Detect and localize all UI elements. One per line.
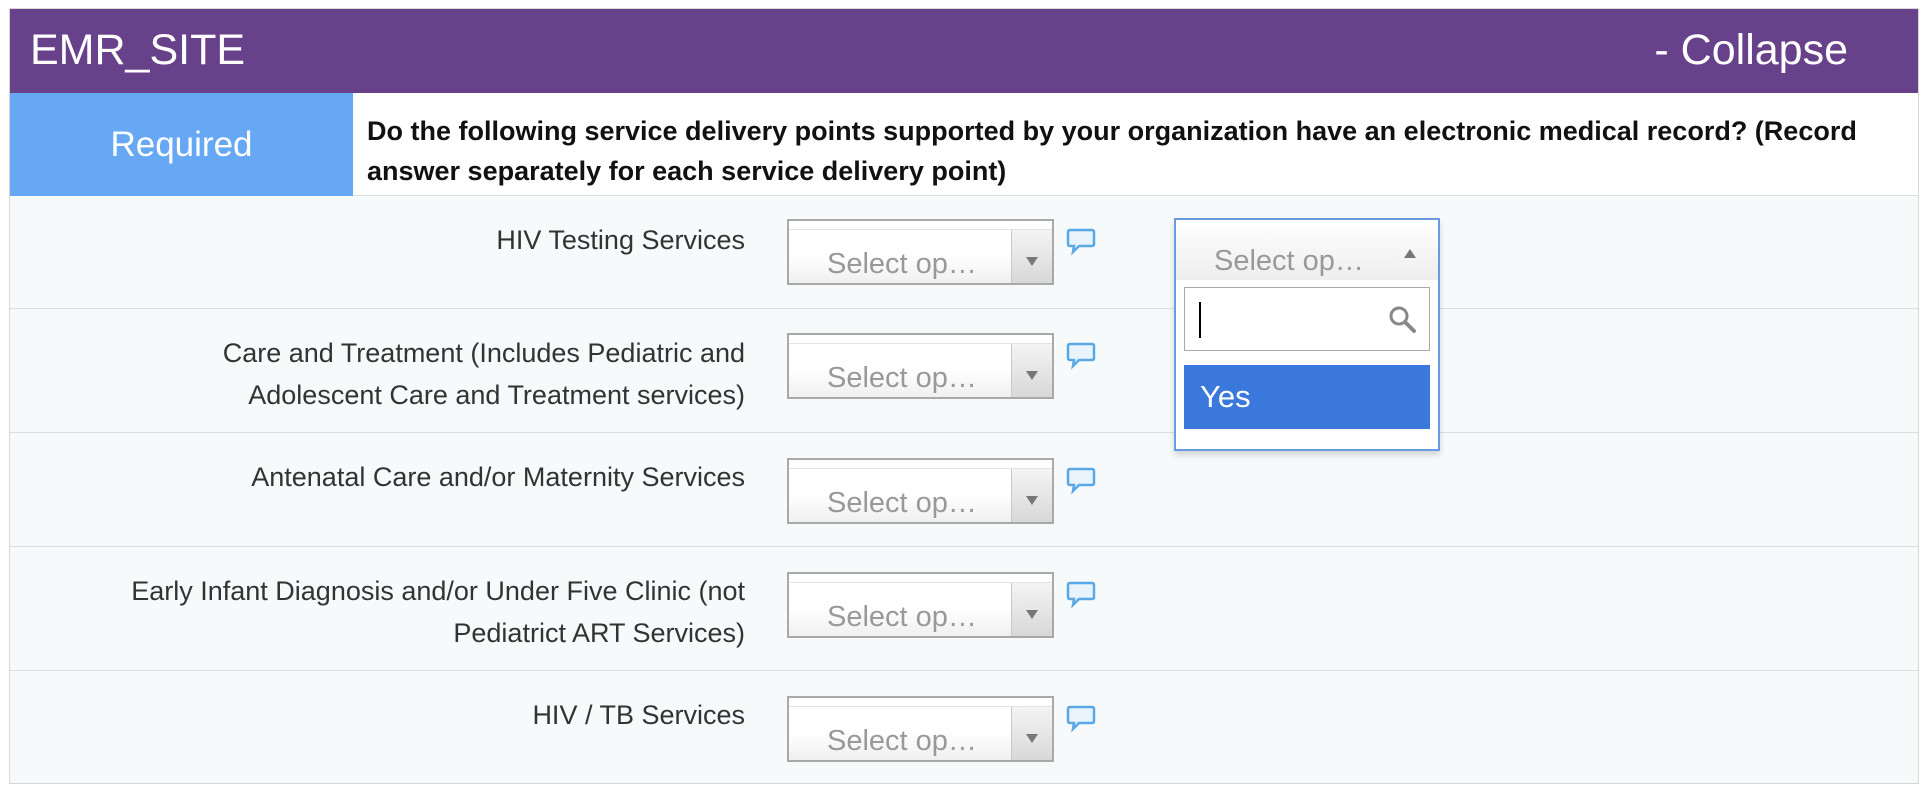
question-label: HIV Testing Services bbox=[10, 219, 745, 261]
select-placeholder: Select op… bbox=[827, 362, 977, 394]
dropdown-search-input[interactable] bbox=[1184, 287, 1430, 351]
question-label: Care and Treatment (Includes Pediatric a… bbox=[10, 332, 745, 416]
required-badge: Required bbox=[10, 93, 353, 196]
section-header: EMR_SITE - Collapse bbox=[10, 9, 1918, 93]
question-label: Antenatal Care and/or Maternity Services bbox=[10, 456, 745, 498]
comment-bubble-icon[interactable] bbox=[1066, 226, 1096, 256]
select-arrow-button[interactable] bbox=[1011, 344, 1052, 397]
question-label-line: HIV / TB Services bbox=[532, 700, 745, 730]
question-label-line: Antenatal Care and/or Maternity Services bbox=[251, 462, 745, 492]
question-label: HIV / TB Services bbox=[10, 694, 745, 736]
select-body: Select op… bbox=[789, 706, 1052, 760]
select-arrow-button[interactable] bbox=[1011, 469, 1052, 522]
dropdown-option-yes[interactable]: Yes bbox=[1184, 365, 1430, 429]
open-select-dropdown: Select op… Yes bbox=[1174, 218, 1440, 451]
select-placeholder: Select op… bbox=[827, 725, 977, 757]
select-arrow-button[interactable] bbox=[1011, 583, 1052, 636]
chevron-down-icon bbox=[1026, 610, 1038, 619]
question-row-care-treatment: Care and Treatment (Includes Pediatric a… bbox=[10, 309, 1918, 433]
answer-select[interactable]: Select op… bbox=[787, 696, 1054, 762]
dropdown-placeholder: Select op… bbox=[1214, 245, 1364, 277]
collapse-toggle[interactable]: - Collapse bbox=[1654, 27, 1848, 73]
chevron-down-icon bbox=[1026, 371, 1038, 380]
question-row-hiv-testing: HIV Testing Services Select op… bbox=[10, 196, 1918, 309]
chevron-down-icon bbox=[1026, 496, 1038, 505]
question-row-early-infant: Early Infant Diagnosis and/or Under Five… bbox=[10, 547, 1918, 671]
comment-bubble-icon[interactable] bbox=[1066, 579, 1096, 609]
required-question-row: Required Do the following service delive… bbox=[10, 93, 1918, 196]
select-arrow-button[interactable] bbox=[1011, 230, 1052, 283]
text-caret bbox=[1199, 302, 1201, 338]
question-label-line: Pediatrict ART Services) bbox=[453, 618, 745, 648]
select-body: Select op… bbox=[789, 343, 1052, 397]
section-title: EMR_SITE bbox=[30, 26, 246, 74]
select-arrow-button[interactable] bbox=[1011, 707, 1052, 760]
question-text: Do the following service delivery points… bbox=[367, 116, 1857, 186]
question-row-antenatal: Antenatal Care and/or Maternity Services… bbox=[10, 433, 1918, 547]
answer-select[interactable]: Select op… bbox=[787, 333, 1054, 399]
question-row-hiv-tb: HIV / TB Services Select op… bbox=[10, 671, 1918, 783]
question-label-line: HIV Testing Services bbox=[496, 225, 745, 255]
select-placeholder: Select op… bbox=[827, 601, 977, 633]
select-placeholder: Select op… bbox=[827, 248, 977, 280]
dropdown-select-head[interactable]: Select op… bbox=[1176, 220, 1438, 280]
question-label-line: Early Infant Diagnosis and/or Under Five… bbox=[131, 576, 745, 606]
question-label-line: Adolescent Care and Treatment services) bbox=[248, 380, 745, 410]
select-body: Select op… bbox=[789, 468, 1052, 522]
select-placeholder: Select op… bbox=[827, 487, 977, 519]
chevron-up-icon bbox=[1404, 249, 1416, 258]
emr-site-panel: EMR_SITE - Collapse Required Do the foll… bbox=[9, 8, 1919, 784]
chevron-down-icon bbox=[1026, 734, 1038, 743]
chevron-down-icon bbox=[1026, 257, 1038, 266]
comment-bubble-icon[interactable] bbox=[1066, 340, 1096, 370]
answer-select[interactable]: Select op… bbox=[787, 219, 1054, 285]
search-icon bbox=[1389, 306, 1416, 333]
select-body: Select op… bbox=[789, 229, 1052, 283]
question-label: Early Infant Diagnosis and/or Under Five… bbox=[10, 570, 745, 654]
comment-bubble-icon[interactable] bbox=[1066, 465, 1096, 495]
question-label-line: Care and Treatment (Includes Pediatric a… bbox=[222, 338, 745, 368]
answer-select[interactable]: Select op… bbox=[787, 458, 1054, 524]
answer-select[interactable]: Select op… bbox=[787, 572, 1054, 638]
comment-bubble-icon[interactable] bbox=[1066, 703, 1096, 733]
select-body: Select op… bbox=[789, 582, 1052, 636]
